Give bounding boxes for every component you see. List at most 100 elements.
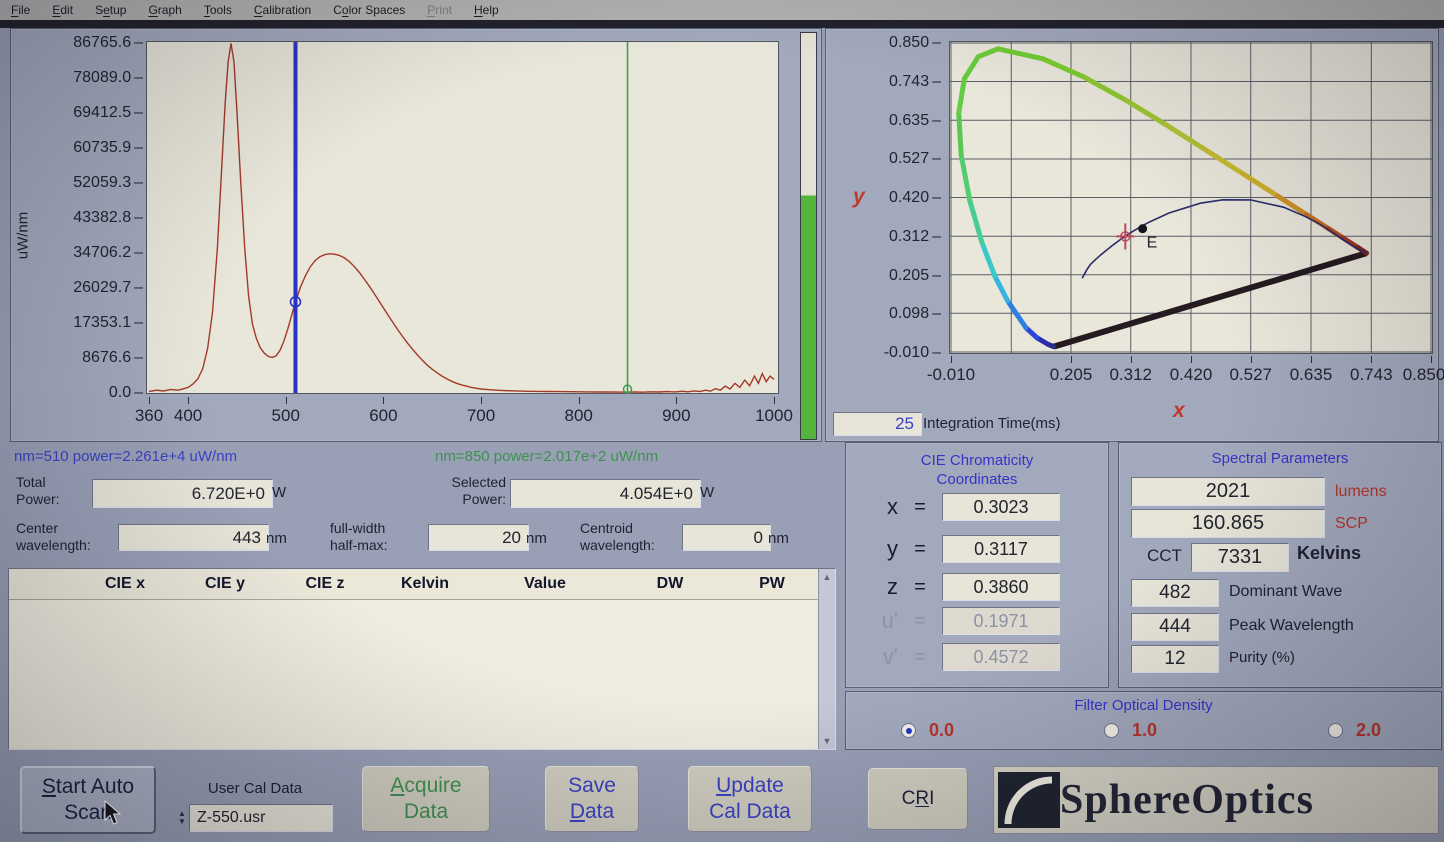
scp-label: SCP [1335,515,1368,533]
cie-x-tick: -0.010 [927,365,975,385]
menu-color-spaces[interactable]: Color Spaces [322,3,416,17]
cie-x-tick: 0.205 [1050,365,1093,385]
center-wavelength-value: 443 [118,524,269,551]
peak-wavelength-value: 444 [1131,613,1219,641]
cie-panel: y x 0.8500.7430.6350.5270.4200.3120.2050… [825,28,1439,442]
user-cal-data-control[interactable]: ▲▼ Z-550.usr [175,804,333,832]
cri-button[interactable]: CRI [868,768,968,830]
user-cal-data-label: User Cal Data [195,780,315,797]
spectrum-x-tick: 600 [369,406,397,426]
spectral-parameters-title: Spectral Parameters [1119,449,1441,468]
spectrum-x-tickmark [481,397,482,404]
table-header-cie-y: CIE y [175,575,275,593]
integration-time-input[interactable]: 25 [833,412,922,436]
table-header-cie-z: CIE z [275,575,375,593]
window-border [0,20,1444,28]
cie-coordinates-rows: x=0.3023y=0.3117z=0.3860u'=0.1971v'=0.45… [846,491,1108,687]
selected-power-value: 4.054E+0 [510,479,701,508]
menu-calibration[interactable]: Calibration [243,3,322,17]
update-cal-data-button[interactable]: Update Cal Data [688,766,812,832]
radio-icon[interactable] [901,723,916,738]
dominant-wave-label: Dominant Wave [1229,583,1342,600]
coord-value: 0.1971 [942,607,1060,635]
cct-label: CCT [1147,547,1182,564]
coord-value: 0.3860 [942,573,1060,601]
radio-icon[interactable] [1104,723,1119,738]
measurements-table[interactable]: CIE xCIE yCIE zKelvinValueDWPW ▲ ▼ [8,568,836,750]
menu-tools[interactable]: Tools [193,3,243,17]
table-header-pw: PW [725,575,819,593]
spectrum-x-tick: 400 [174,406,202,426]
start-auto-scan-button[interactable]: Start Auto Scan [20,766,156,834]
scroll-up-icon[interactable]: ▲ [819,569,835,585]
spectrum-x-tickmark [383,397,384,404]
filter-od-option-0.0[interactable]: 0.0 [901,720,954,741]
integration-time-label: Integration Time(ms) [923,415,1061,432]
lumens-label: lumens [1335,483,1387,501]
spectrum-x-tickmark [149,397,150,404]
cie-x-tick: 0.635 [1290,365,1333,385]
spectrum-x-tick: 500 [272,406,300,426]
spectrum-x-tick: 1000 [755,406,793,426]
coord-equals: = [898,610,942,633]
menu-setup[interactable]: Setup [84,3,137,17]
cie-x-tick: 0.743 [1350,365,1393,385]
table-scrollbar[interactable]: ▲ ▼ [818,569,835,749]
menu-help[interactable]: Help [463,3,510,17]
lumens-value: 2021 [1131,477,1325,506]
coord-equals: = [898,496,942,519]
center-wavelength-unit: nm [266,530,287,547]
cie-x-tickmark [1251,356,1252,363]
radio-label: 2.0 [1356,720,1381,741]
coord-label: u' [846,608,898,634]
table-header-dw: DW [615,575,725,593]
table-header-kelvin: Kelvin [375,575,475,593]
menu-graph[interactable]: Graph [137,3,192,17]
cie-coord-row-up: u'=0.1971 [846,607,1108,635]
filter-od-option-1.0[interactable]: 1.0 [1104,720,1157,741]
fwhm-value: 20 [428,524,529,551]
total-power-value: 6.720E+0 [92,479,273,508]
cie-x-tickmark [1131,356,1132,363]
scroll-down-icon[interactable]: ▼ [819,733,835,749]
filter-od-panel: Filter Optical Density 0.01.02.0 [845,691,1442,750]
radio-label: 1.0 [1132,720,1157,741]
acquire-data-button[interactable]: Acquire Data [362,766,490,832]
menu-file[interactable]: File [0,3,41,17]
selected-power-label: Selected Power: [430,474,506,508]
coord-label: y [846,536,898,562]
spectrum-x-tick: 900 [662,406,690,426]
spectral-parameters-panel: Spectral Parameters 2021 lumens 160.865 … [1118,442,1442,688]
cie-coord-row-z: z=0.3860 [846,573,1108,601]
coord-equals: = [898,538,942,561]
scp-value: 160.865 [1131,509,1325,538]
mouse-cursor-icon [103,800,127,826]
menu-print[interactable]: Print [416,3,463,17]
spectrum-x-tickmark [286,397,287,404]
coord-value: 0.3023 [942,493,1060,521]
start-auto-scan-label-1: Start Auto [42,774,134,800]
filter-od-option-2.0[interactable]: 2.0 [1328,720,1381,741]
cie-coord-row-vp: v'=0.4572 [846,643,1108,671]
total-power-label: Total Power: [16,474,60,508]
spinner-arrows-icon[interactable]: ▲▼ [175,804,189,832]
radio-icon[interactable] [1328,723,1343,738]
table-header-value: Value [475,575,615,593]
dominant-wave-value: 482 [1131,579,1219,607]
coord-label: x [846,494,898,520]
selected-power-unit: W [700,484,714,501]
update-cal-data-label-2: Cal Data [709,799,791,825]
purity-value: 12 [1131,645,1219,673]
spectrum-x-tick: 800 [565,406,593,426]
total-power-unit: W [272,484,286,501]
cie-chart[interactable]: E [949,41,1433,354]
save-data-button[interactable]: Save Data [545,766,639,832]
centroid-wavelength-unit: nm [768,530,789,547]
spectrum-x-tick: 700 [467,406,495,426]
user-cal-data-value[interactable]: Z-550.usr [189,804,333,832]
svg-text:E: E [1147,235,1158,252]
spectrum-chart[interactable] [146,41,779,394]
menu-edit[interactable]: Edit [41,3,84,17]
cursor-readout-green: nm=850 power=2.017e+2 uW/nm [435,448,658,465]
coord-label: z [846,574,898,600]
